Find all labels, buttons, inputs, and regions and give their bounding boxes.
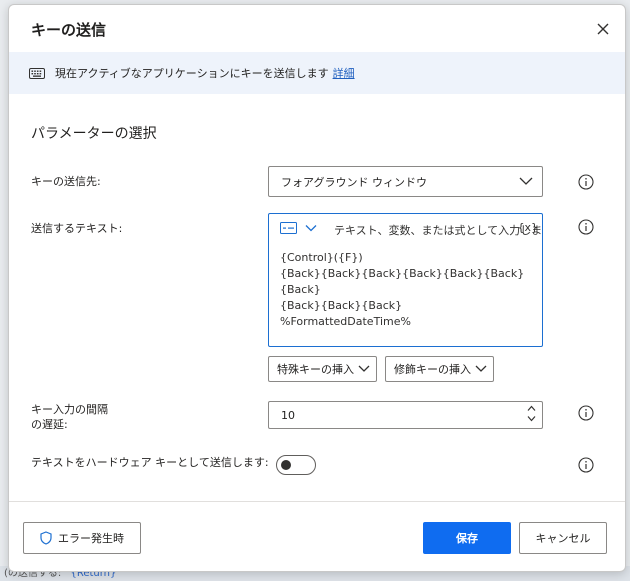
toggle-knob (281, 460, 291, 470)
dialog-title: キーの送信 (31, 21, 107, 39)
chevron-down-icon (305, 225, 317, 232)
delay-label-line2: の遅延: (31, 418, 68, 431)
insert-special-key-label: 特殊キーの挿入 (277, 363, 354, 376)
increment-arrow-icon[interactable] (527, 405, 536, 412)
footer-divider (9, 501, 625, 502)
insert-modifier-key-label: 修飾キーの挿入 (394, 363, 471, 376)
send-keys-dialog: キーの送信 現在アクティブなアプリケーションにキーを送信します 詳細 パラメータ… (8, 4, 626, 572)
text-mode-icon (280, 222, 297, 234)
chevron-down-icon (358, 365, 370, 372)
delay-stepper[interactable]: 10 (268, 401, 543, 429)
insert-modifier-key-button[interactable]: 修飾キーの挿入 (385, 356, 494, 382)
keyboard-icon (29, 67, 45, 79)
hardware-keys-toggle[interactable] (276, 455, 316, 475)
close-button[interactable] (593, 19, 613, 39)
text-line: {Control}({F}) (280, 251, 363, 264)
cancel-button[interactable]: キャンセル (519, 522, 607, 554)
section-title: パラメーターの選択 (31, 126, 157, 142)
delay-label-line1: キー入力の間隔 (31, 403, 108, 416)
insert-special-key-button[interactable]: 特殊キーの挿入 (268, 356, 377, 382)
target-window-select[interactable]: フォアグラウンド ウィンドウ (268, 166, 543, 197)
text-line: %FormattedDateTime% (280, 315, 411, 328)
on-error-label: エラー発生時 (58, 532, 124, 545)
info-icon[interactable] (578, 174, 594, 190)
info-icon[interactable] (578, 219, 594, 235)
shield-icon (40, 531, 52, 545)
target-label: キーの送信先: (31, 175, 101, 188)
info-text: 現在アクティブなアプリケーションにキーを送信します (55, 67, 329, 80)
chevron-down-icon (519, 177, 533, 185)
text-label: 送信するテキスト: (31, 222, 123, 235)
text-line: {Back}{Back}{Back} (280, 299, 403, 312)
variable-button[interactable]: {x} (517, 221, 538, 234)
text-content: {Control}({F}) {Back}{Back}{Back}{Back}{… (280, 250, 542, 330)
decrement-arrow-icon[interactable] (527, 415, 536, 422)
on-error-button[interactable]: エラー発生時 (23, 522, 141, 554)
learn-more-link[interactable]: 詳細 (333, 65, 355, 81)
text-to-send-input[interactable]: テキスト、変数、または式として入力しま {x} {Control}({F}) {… (268, 213, 543, 347)
delay-value: 10 (281, 408, 295, 422)
hardware-keys-label: テキストをハードウェア キーとして送信します: (31, 456, 269, 469)
text-placeholder: テキスト、変数、または式として入力しま (334, 224, 543, 237)
info-icon[interactable] (578, 405, 594, 421)
info-bar: 現在アクティブなアプリケーションにキーを送信します 詳細 (9, 52, 625, 94)
target-window-value: フォアグラウンド ウィンドウ (281, 175, 427, 189)
input-mode-toggle[interactable] (280, 222, 317, 234)
chevron-down-icon (475, 365, 487, 372)
save-button[interactable]: 保存 (423, 522, 511, 554)
info-icon[interactable] (578, 457, 594, 473)
close-icon (597, 23, 609, 35)
text-line: {Back}{Back}{Back}{Back}{Back}{Back}{Bac… (280, 267, 525, 296)
